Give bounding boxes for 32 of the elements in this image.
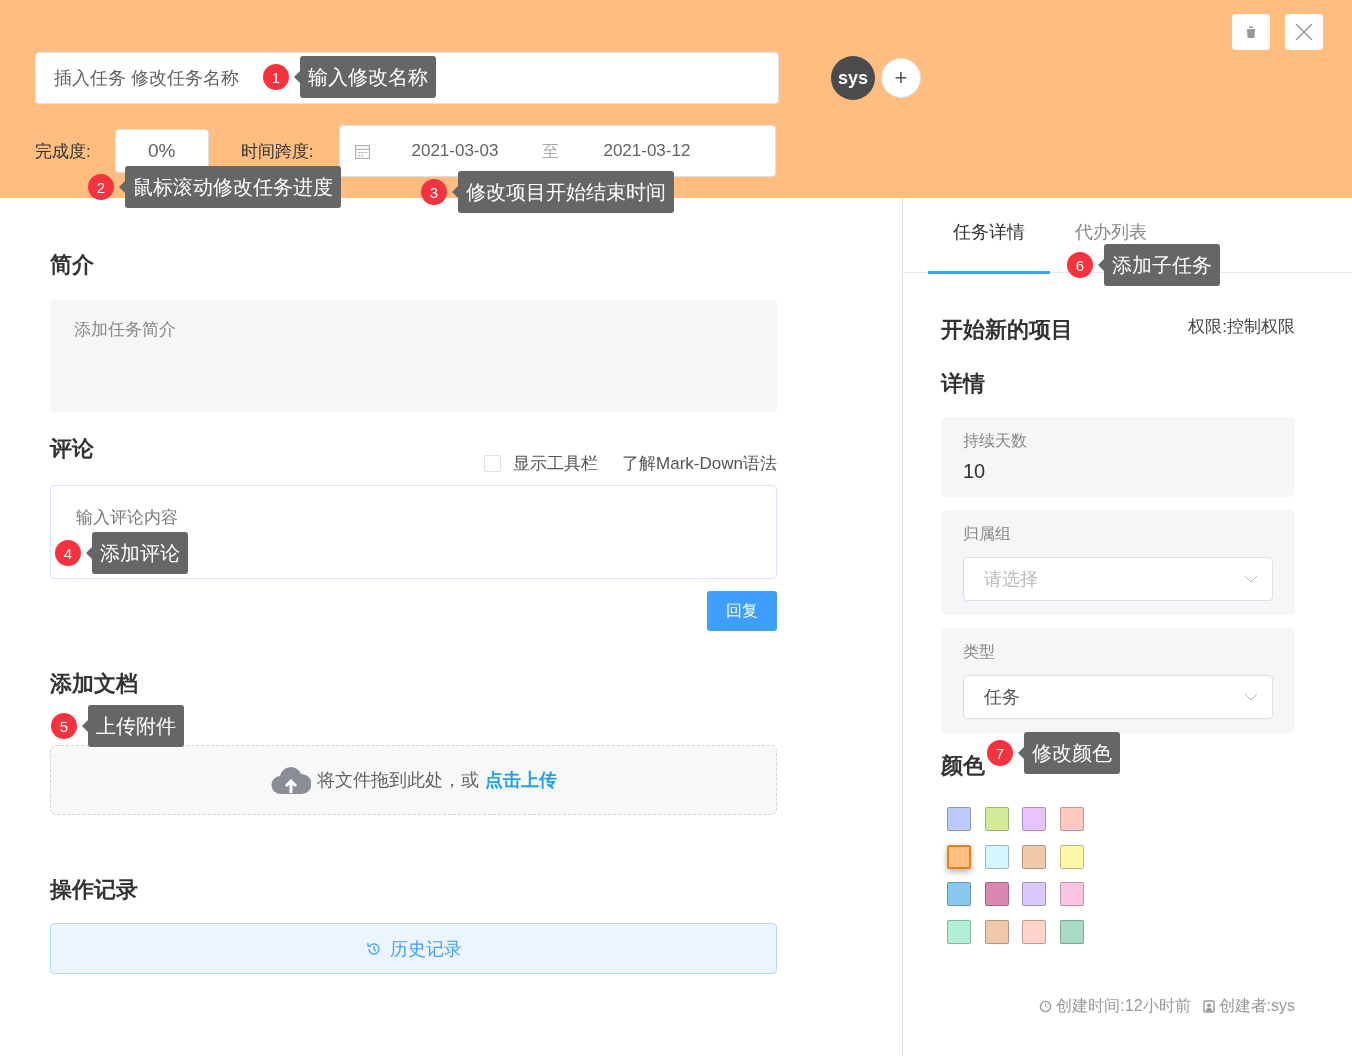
section-heading: 详情	[941, 370, 985, 398]
range-separator: 至	[542, 140, 560, 163]
progress-label: 完成度:	[35, 140, 91, 163]
user-avatar: sys	[831, 56, 875, 100]
hint-tooltip: 上传附件	[88, 705, 184, 747]
drop-hint: 将文件拖到此处，或	[316, 769, 479, 792]
section-heading: 简介	[50, 251, 95, 279]
step-number-badge: 5	[51, 713, 77, 739]
hint-tooltip: 添加子任务	[1104, 244, 1220, 286]
field-label: 类型	[963, 642, 996, 662]
start-date: 2021-03-03	[411, 141, 499, 161]
section-heading: 添加文档	[50, 670, 139, 698]
hint-tooltip: 修改颜色	[1024, 732, 1120, 774]
step-number-badge: 3	[421, 179, 447, 205]
section-heading: 颜色	[941, 752, 985, 780]
step-number-badge: 7	[987, 740, 1013, 766]
project-title: 开始新的项目	[941, 316, 1073, 344]
end-date: 2021-03-12	[603, 141, 691, 161]
hint-tooltip: 鼠标滚动修改任务进度	[125, 166, 341, 208]
time-span-label: 时间跨度:	[240, 140, 314, 163]
hint-tooltip: 修改项目开始结束时间	[458, 171, 674, 213]
section-heading: 操作记录	[50, 876, 139, 904]
hint-tooltip: 添加评论	[92, 532, 188, 574]
field-label: 持续天数	[963, 431, 1028, 451]
duration-value: 10	[963, 460, 987, 483]
creator: 创建者:sys	[1202, 995, 1295, 1017]
permission-text: 权限:控制权限	[1188, 316, 1295, 338]
hint-tooltip: 输入修改名称	[300, 56, 436, 98]
field-label: 归属组	[963, 524, 1012, 544]
step-number-badge: 6	[1067, 252, 1093, 278]
section-heading: 评论	[50, 435, 94, 463]
created-time: 创建时间:12小时前	[1039, 995, 1191, 1017]
